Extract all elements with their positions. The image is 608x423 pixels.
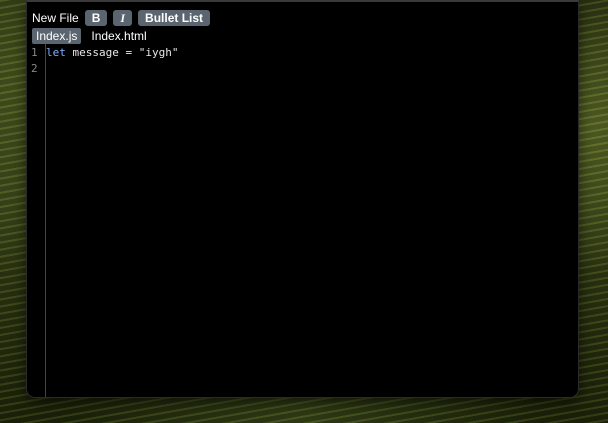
file-tabs: Index.js Index.html	[32, 28, 151, 44]
tab-index-html[interactable]: Index.html	[87, 28, 150, 44]
tab-index-js[interactable]: Index.js	[32, 28, 82, 44]
code-line[interactable]: let message = "iygh"	[46, 46, 178, 60]
new-file-button[interactable]: New File	[32, 11, 79, 25]
editor-window: New File B I Bullet List Index.js Index.…	[26, 0, 579, 398]
italic-button[interactable]: I	[113, 9, 133, 26]
code-text: message = "iygh"	[65, 46, 179, 59]
line-number-gutter: 1 2	[27, 44, 46, 397]
bold-button[interactable]: B	[84, 9, 108, 26]
code-editor[interactable]: 1 2 let message = "iygh"	[27, 44, 578, 397]
line-number: 2	[31, 62, 38, 75]
code-keyword: let	[46, 46, 66, 59]
bullet-list-button[interactable]: Bullet List	[138, 9, 211, 26]
toolbar: New File B I Bullet List	[32, 9, 211, 26]
line-number: 1	[31, 46, 38, 59]
